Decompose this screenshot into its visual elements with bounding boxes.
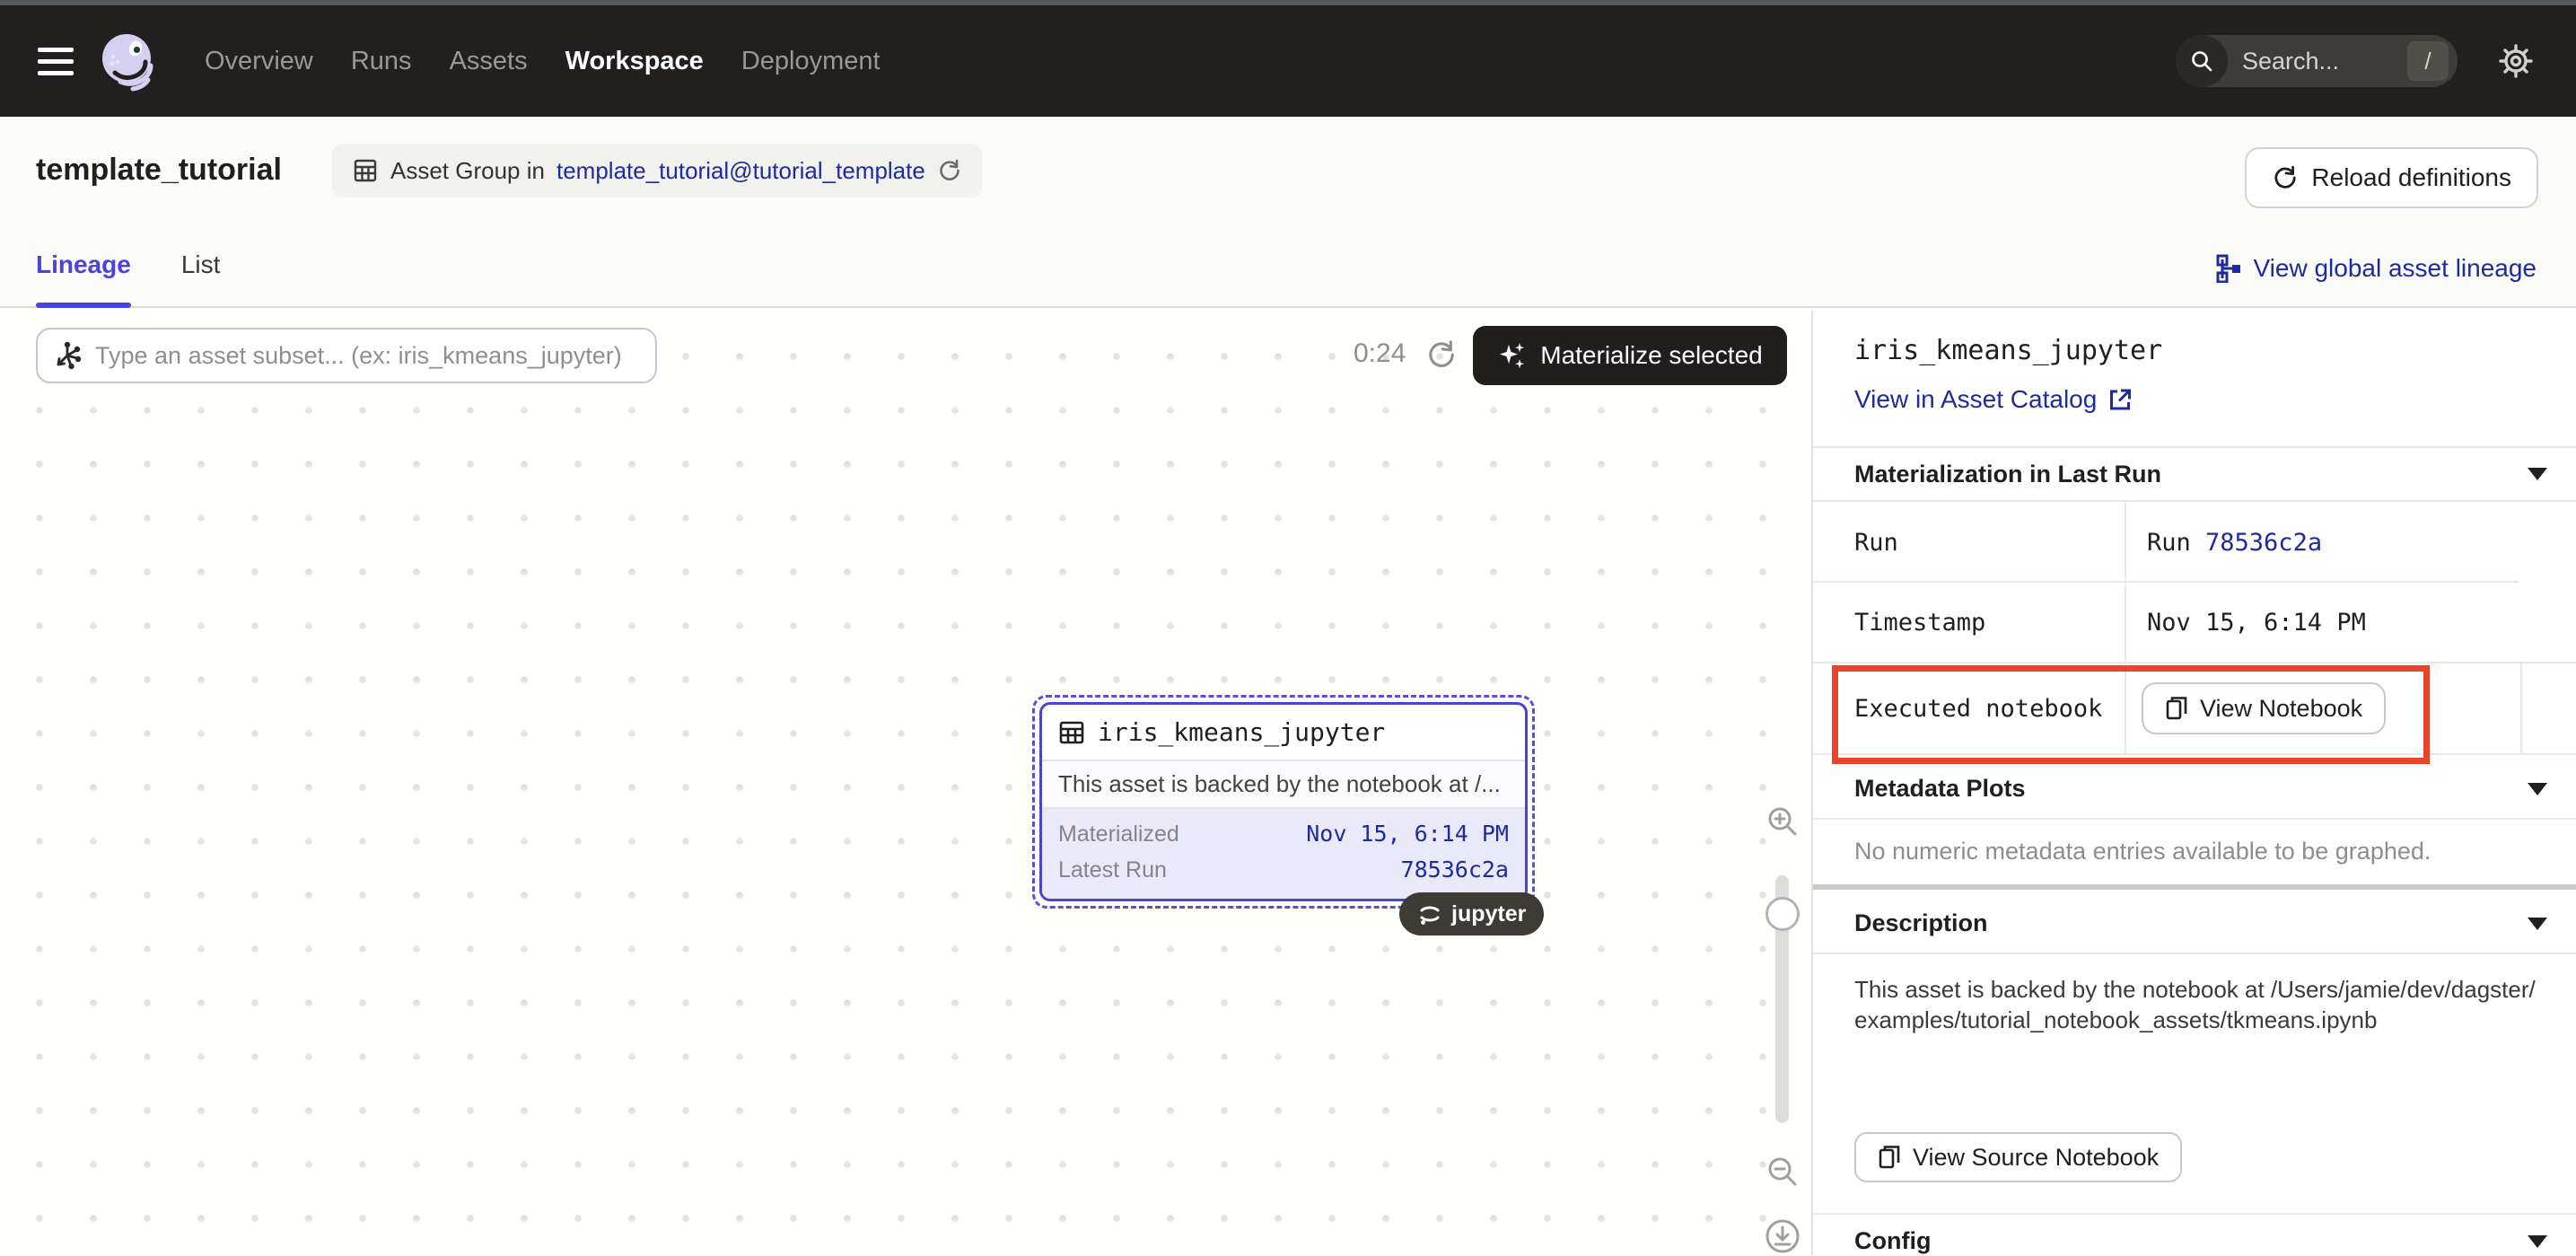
- tab-list[interactable]: List: [181, 250, 221, 306]
- row-executed-notebook-label: Executed notebook: [1854, 695, 2102, 723]
- materialized-value[interactable]: Nov 15, 6:14 PM: [1306, 816, 1509, 852]
- dagster-logo-icon[interactable]: [97, 30, 160, 92]
- sidebar-asset-title: iris_kmeans_jupyter: [1854, 335, 2162, 366]
- materialize-selected-button[interactable]: Materialize selected: [1473, 326, 1787, 385]
- settings-gear-icon[interactable]: [2497, 42, 2535, 80]
- view-notebook-label: View Notebook: [2200, 695, 2362, 723]
- reload-icon: [2272, 164, 2299, 191]
- primary-nav: Overview Runs Assets Workspace Deploymen…: [205, 47, 881, 76]
- notebook-icon: [2165, 696, 2188, 721]
- description-text: This asset is backed by the notebook at …: [1854, 974, 2537, 1035]
- zoom-slider-handle[interactable]: [1766, 897, 1800, 931]
- asset-subset-input[interactable]: [83, 342, 641, 370]
- nav-item-workspace[interactable]: Workspace: [565, 47, 704, 76]
- view-global-asset-lineage-label: View global asset lineage: [2254, 254, 2537, 283]
- view-tabs: Lineage List: [36, 250, 220, 306]
- hamburger-menu-icon[interactable]: [38, 40, 74, 83]
- page-title: template_tutorial: [36, 153, 282, 188]
- materialized-label: Materialized: [1058, 816, 1179, 852]
- run-value-prefix: Run: [2147, 529, 2205, 557]
- row-run-label: Run: [1854, 529, 1898, 557]
- top-navbar: Overview Runs Assets Workspace Deploymen…: [0, 5, 2576, 117]
- download-view-icon[interactable]: [1763, 1216, 1802, 1256]
- external-link-icon: [2107, 387, 2133, 412]
- search-input[interactable]: [2228, 48, 2407, 75]
- zoom-out-icon[interactable]: [1765, 1154, 1801, 1190]
- section-metadata-plots-heading: Metadata Plots: [1854, 775, 2026, 803]
- asset-node-stats: Materialized Nov 15, 6:14 PM Latest Run …: [1042, 809, 1525, 899]
- nav-item-deployment[interactable]: Deployment: [741, 47, 881, 76]
- asset-group-badge: Asset Group in template_tutorial@tutoria…: [332, 144, 982, 198]
- latest-run-label: Latest Run: [1058, 852, 1167, 888]
- asset-node-description: This asset is backed by the notebook at …: [1042, 760, 1525, 809]
- section-materialization-collapse-icon[interactable]: [2528, 468, 2547, 480]
- compute-kind-tag-jupyter[interactable]: jupyter: [1399, 892, 1544, 935]
- asset-sidebar-panel: iris_kmeans_jupyter View in Asset Catalo…: [1811, 310, 2576, 1255]
- view-in-asset-catalog-link[interactable]: View in Asset Catalog: [1854, 385, 2133, 414]
- jupyter-icon: [1417, 901, 1442, 927]
- section-description-collapse-icon[interactable]: [2528, 918, 2547, 930]
- view-global-asset-lineage-link[interactable]: View global asset lineage: [2215, 254, 2537, 283]
- section-description-heading: Description: [1854, 909, 1988, 937]
- section-metadata-plots-collapse-icon[interactable]: [2528, 783, 2547, 795]
- run-id-link[interactable]: 78536c2a: [2205, 529, 2322, 557]
- view-notebook-button[interactable]: View Notebook: [2142, 682, 2386, 734]
- metadata-plots-empty-text: No numeric metadata entries available to…: [1854, 838, 2431, 865]
- refresh-timer: 0:24: [1354, 338, 1406, 369]
- badge-reload-icon[interactable]: [937, 158, 962, 183]
- asset-group-grid-icon: [352, 157, 379, 184]
- nav-item-runs[interactable]: Runs: [351, 47, 412, 76]
- asset-lineage-canvas[interactable]: 0:24 Materialize selected ir: [0, 310, 1811, 1255]
- op-selector-icon: [52, 340, 83, 371]
- compute-kind-tag-label: jupyter: [1451, 901, 1526, 927]
- view-source-notebook-button[interactable]: View Source Notebook: [1854, 1132, 2182, 1182]
- latest-run-value[interactable]: 78536c2a: [1401, 852, 1509, 888]
- section-config-heading: Config: [1854, 1227, 1931, 1255]
- asset-subset-filter[interactable]: [36, 328, 657, 383]
- asset-group-link[interactable]: template_tutorial@tutorial_template: [556, 157, 925, 185]
- section-materialization-heading: Materialization in Last Run: [1854, 461, 2161, 488]
- notebook-icon: [1878, 1145, 1901, 1170]
- row-run-value: Run 78536c2a: [2147, 529, 2322, 557]
- section-config-collapse-icon[interactable]: [2528, 1235, 2547, 1248]
- reload-definitions-button[interactable]: Reload definitions: [2245, 147, 2538, 208]
- search-shortcut-badge: /: [2407, 41, 2449, 81]
- global-search[interactable]: /: [2176, 35, 2458, 87]
- sparkle-icon: [1497, 340, 1528, 371]
- asset-node-selected[interactable]: iris_kmeans_jupyter This asset is backed…: [1032, 695, 1535, 909]
- table-asset-icon: [1058, 719, 1085, 746]
- row-timestamp-value: Nov 15, 6:14 PM: [2147, 609, 2366, 637]
- nav-item-assets[interactable]: Assets: [450, 47, 528, 76]
- search-icon: [2176, 35, 2228, 87]
- nav-item-overview[interactable]: Overview: [205, 47, 313, 76]
- page-header: template_tutorial Asset Group in templat…: [0, 117, 2576, 308]
- asset-node-title: iris_kmeans_jupyter: [1098, 717, 1385, 747]
- asset-group-badge-text: Asset Group in: [390, 157, 545, 185]
- view-source-notebook-label: View Source Notebook: [1913, 1144, 2159, 1172]
- zoom-in-icon[interactable]: [1765, 804, 1801, 839]
- tab-lineage[interactable]: Lineage: [36, 250, 131, 306]
- row-timestamp-label: Timestamp: [1854, 609, 1985, 637]
- view-in-asset-catalog-label: View in Asset Catalog: [1854, 385, 2097, 414]
- lineage-graph-icon: [2215, 254, 2242, 283]
- materialize-selected-label: Materialize selected: [1540, 341, 1762, 370]
- reload-definitions-label: Reload definitions: [2311, 163, 2511, 192]
- refresh-graph-icon[interactable]: [1425, 338, 1458, 371]
